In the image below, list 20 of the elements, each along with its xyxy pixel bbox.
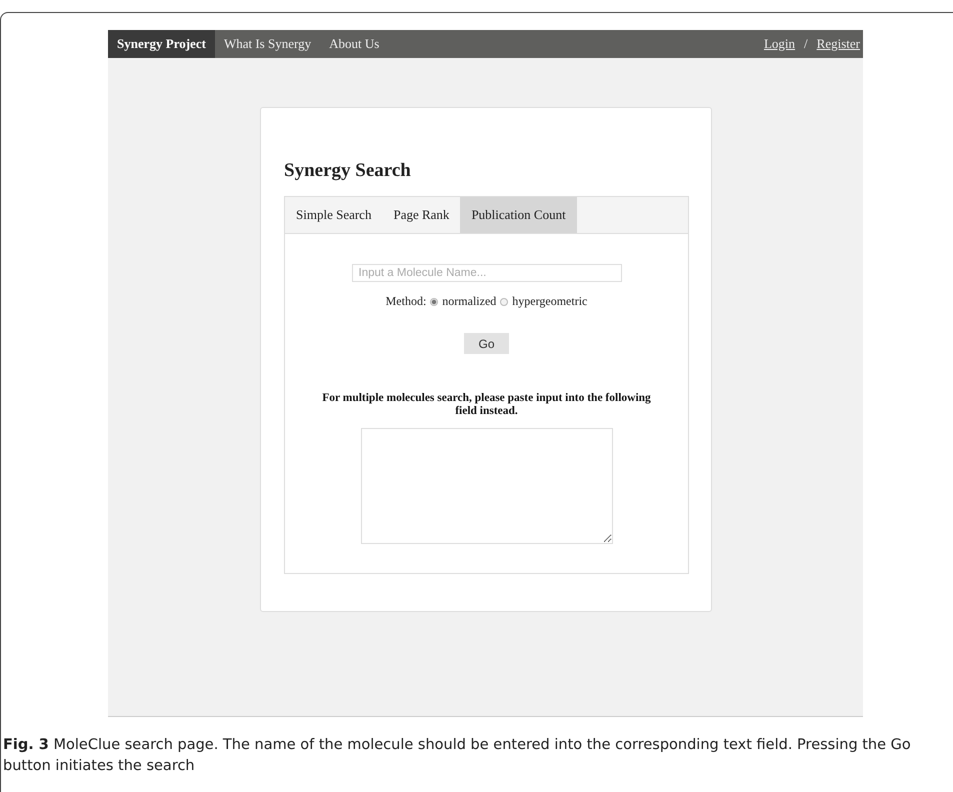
go-button[interactable]: Go bbox=[464, 333, 509, 354]
tab[interactable]: Page Rank bbox=[382, 197, 460, 233]
nav-link[interactable]: Synergy Project bbox=[108, 30, 215, 58]
radio-label: hypergeometric bbox=[512, 294, 588, 309]
login-link[interactable]: Login bbox=[764, 30, 796, 58]
molecule-input-field[interactable]: Input a Molecule Name... bbox=[352, 264, 622, 282]
nav-link[interactable]: What Is Synergy bbox=[214, 30, 320, 58]
radio-button[interactable] bbox=[500, 298, 508, 306]
radio-label: normalized bbox=[442, 294, 496, 309]
multi-search-note: For multiple molecules search, please paste input into the following field instead. bbox=[321, 392, 652, 418]
tab[interactable]: Publication Count bbox=[460, 197, 577, 233]
separator: / bbox=[803, 35, 809, 53]
molecules-text-area[interactable] bbox=[360, 428, 612, 544]
register-link[interactable]: Register bbox=[816, 30, 863, 58]
figure-caption: Fig. 3 MoleClue search page. The name of the molecule should be entered into the corresponding text field. Pressing the Go button initiates the search bbox=[3, 736, 912, 776]
method-label: Method: bbox=[386, 294, 426, 309]
tab[interactable]: Simple Search bbox=[285, 197, 382, 233]
radio-button[interactable] bbox=[430, 298, 438, 306]
nav-link[interactable]: About Us bbox=[320, 30, 388, 58]
card-title: Synergy Search bbox=[284, 160, 412, 182]
